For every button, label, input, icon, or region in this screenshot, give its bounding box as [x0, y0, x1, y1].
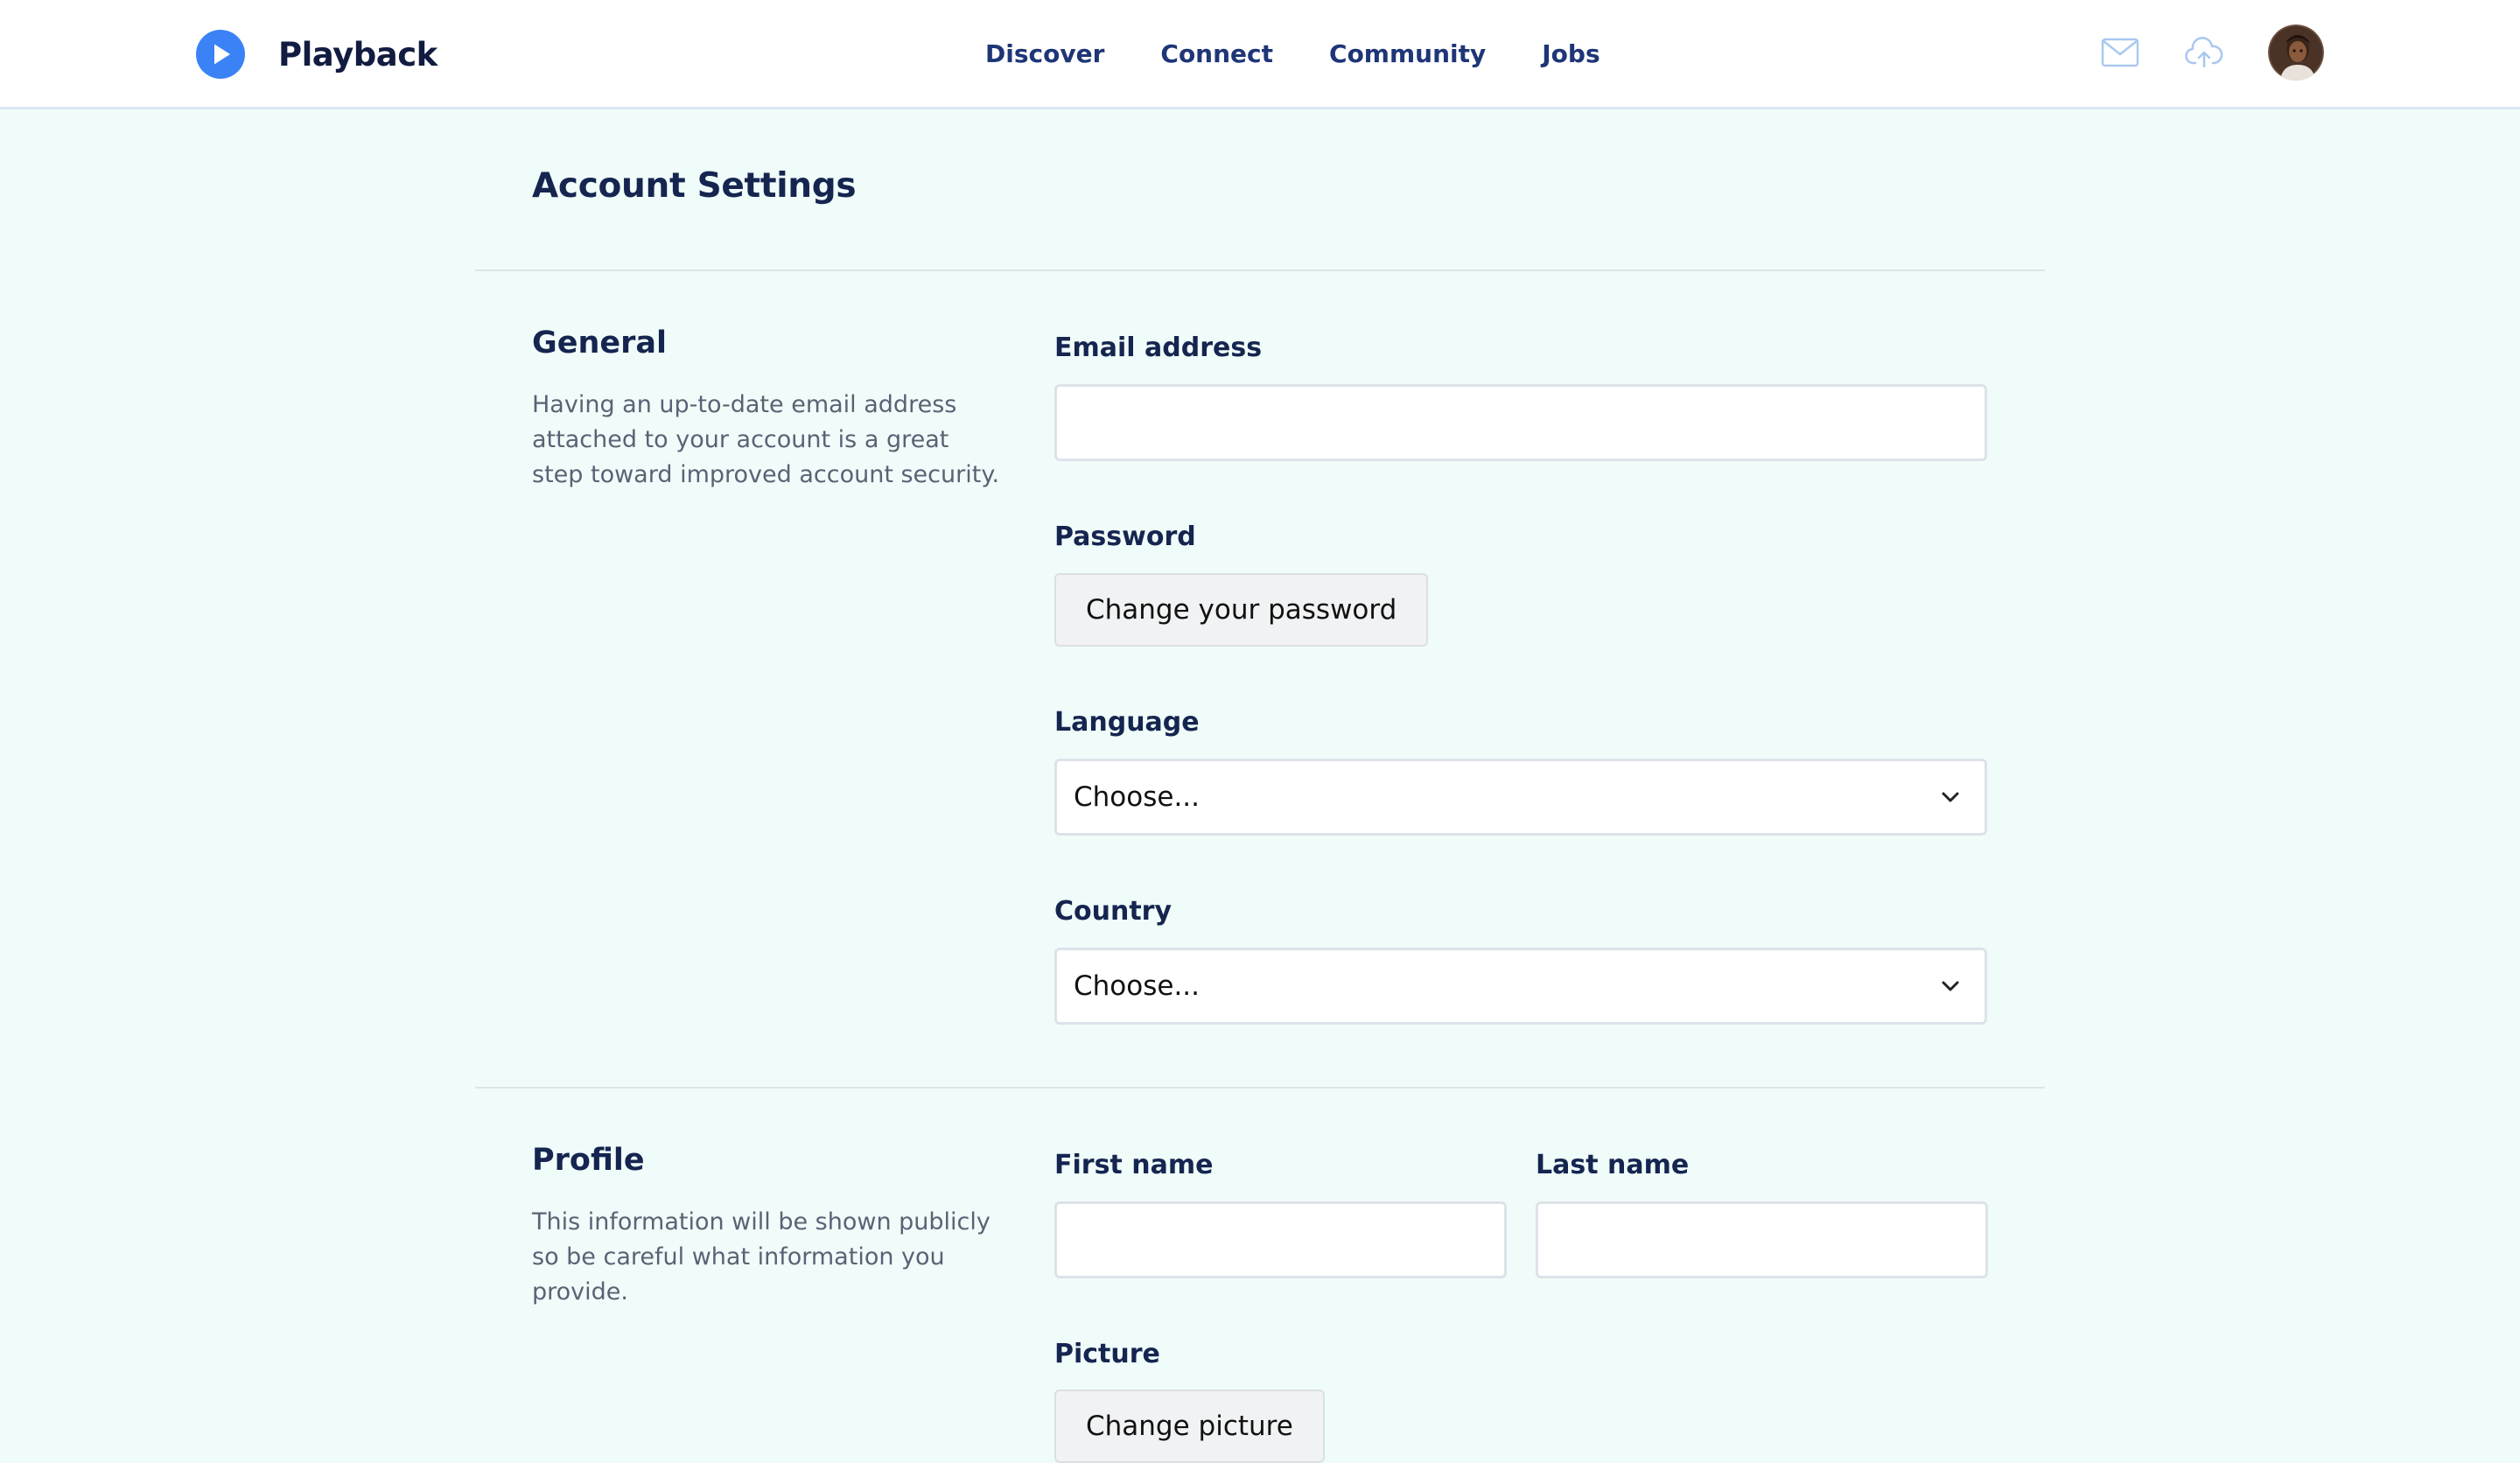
- change-picture-button[interactable]: Change picture: [1054, 1390, 1325, 1463]
- section-divider: [475, 270, 2045, 271]
- top-navigation-bar: Playback Discover Connect Community Jobs: [0, 0, 2520, 109]
- email-label: Email address: [1054, 332, 1263, 363]
- nav-item-jobs[interactable]: Jobs: [1542, 35, 1600, 74]
- language-label: Language: [1054, 707, 1200, 738]
- general-section-title: General: [532, 326, 667, 360]
- section-divider: [475, 1087, 2045, 1088]
- email-field[interactable]: [1054, 384, 1987, 461]
- general-section-description: Having an up-to-date email address attac…: [532, 391, 1000, 488]
- profile-section-description: This information will be shown publicly …: [532, 1208, 990, 1306]
- mail-icon: [2101, 38, 2139, 67]
- messages-button[interactable]: [2100, 32, 2140, 73]
- last-name-field[interactable]: [1536, 1201, 1988, 1278]
- change-password-button[interactable]: Change your password: [1054, 573, 1429, 647]
- header-actions: [2100, 24, 2324, 80]
- nav-item-discover[interactable]: Discover: [985, 35, 1104, 74]
- first-name-field[interactable]: [1054, 1201, 1507, 1278]
- country-select[interactable]: Choose...: [1054, 948, 1987, 1025]
- language-select-value: Choose...: [1074, 781, 1200, 813]
- language-select[interactable]: Choose...: [1054, 759, 1987, 836]
- picture-label: Picture: [1054, 1339, 1160, 1369]
- brand-name: Playback: [278, 35, 438, 74]
- play-logo-icon: [196, 30, 245, 79]
- password-label: Password: [1054, 522, 1196, 552]
- user-avatar[interactable]: [2268, 24, 2324, 80]
- chevron-down-icon: [1942, 792, 1959, 802]
- first-name-label: First name: [1054, 1150, 1214, 1180]
- main-nav: Discover Connect Community Jobs: [985, 35, 1600, 74]
- brand[interactable]: Playback: [196, 28, 438, 80]
- chevron-down-icon: [1942, 981, 1959, 991]
- nav-item-connect[interactable]: Connect: [1160, 35, 1273, 74]
- cloud-upload-icon: [2185, 37, 2223, 68]
- country-label: Country: [1054, 896, 1172, 927]
- country-select-value: Choose...: [1074, 970, 1200, 1002]
- profile-section-title: Profile: [532, 1143, 645, 1178]
- nav-item-community[interactable]: Community: [1329, 35, 1486, 74]
- page-title: Account Settings: [532, 166, 857, 206]
- upload-button[interactable]: [2184, 32, 2224, 73]
- last-name-label: Last name: [1536, 1150, 1690, 1180]
